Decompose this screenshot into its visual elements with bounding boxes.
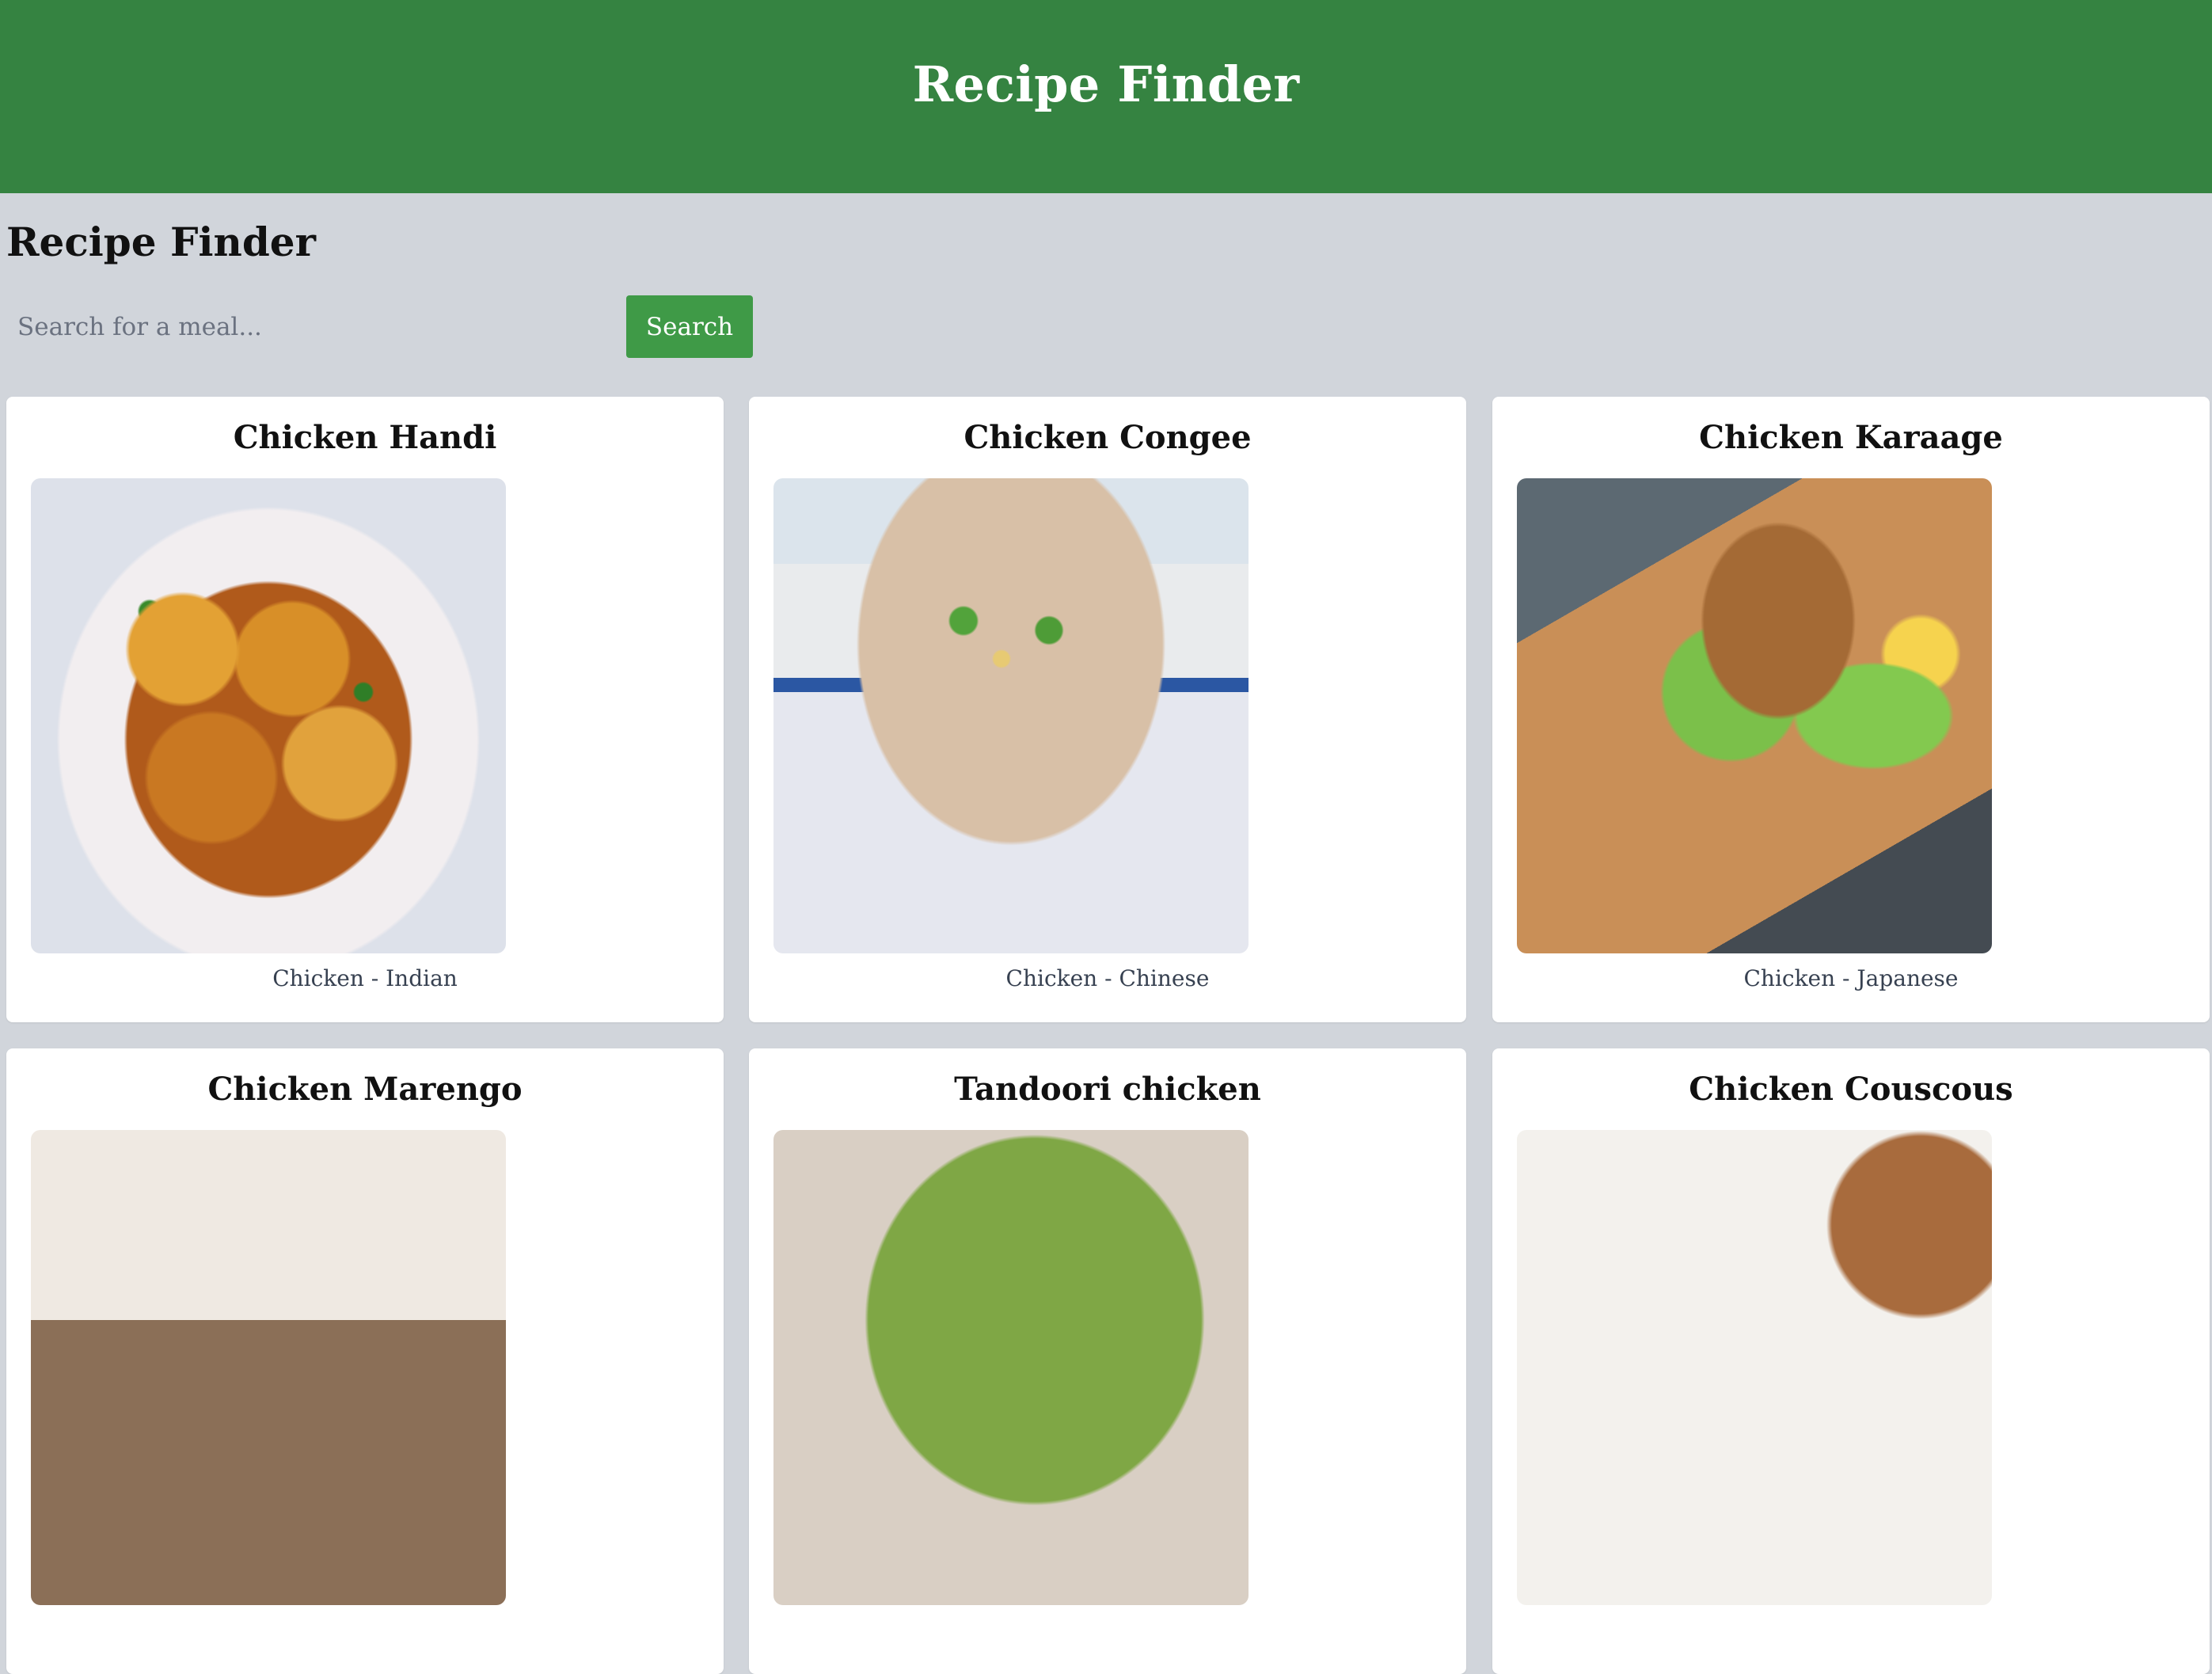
- recipe-card[interactable]: Chicken Congee Chicken - Chinese: [749, 397, 1466, 1022]
- recipe-title: Chicken Handi: [233, 419, 497, 456]
- recipe-category-area: Chicken - Indian: [272, 965, 458, 991]
- recipe-title: Chicken Congee: [963, 419, 1252, 456]
- page-title: Recipe Finder: [6, 219, 316, 265]
- recipe-image[interactable]: [1517, 1130, 1992, 1605]
- recipe-category-area: Chicken - Chinese: [1005, 965, 1210, 991]
- recipe-image[interactable]: [773, 478, 1249, 953]
- recipe-title: Tandoori chicken: [954, 1071, 1261, 1108]
- recipe-title: Chicken Karaage: [1699, 419, 2003, 456]
- recipe-category-area: Chicken - Japanese: [1743, 965, 1959, 991]
- search-button[interactable]: Search: [626, 295, 753, 358]
- recipe-card[interactable]: Tandoori chicken: [749, 1048, 1466, 1674]
- app-header: Recipe Finder: [0, 0, 2212, 193]
- recipe-image[interactable]: [31, 1130, 506, 1605]
- recipe-card[interactable]: Chicken Handi Chicken - Indian: [6, 397, 724, 1022]
- recipe-card[interactable]: Chicken Karaage Chicken - Japanese: [1492, 397, 2210, 1022]
- recipe-title: Chicken Marengo: [207, 1071, 523, 1108]
- recipe-title: Chicken Couscous: [1689, 1071, 2013, 1108]
- recipe-image[interactable]: [31, 478, 506, 953]
- search-input[interactable]: [6, 295, 621, 358]
- recipe-card[interactable]: Chicken Marengo: [6, 1048, 724, 1674]
- recipe-card[interactable]: Chicken Couscous: [1492, 1048, 2210, 1674]
- app-title: Recipe Finder: [912, 55, 1300, 113]
- recipe-image[interactable]: [773, 1130, 1249, 1605]
- recipe-image[interactable]: [1517, 478, 1992, 953]
